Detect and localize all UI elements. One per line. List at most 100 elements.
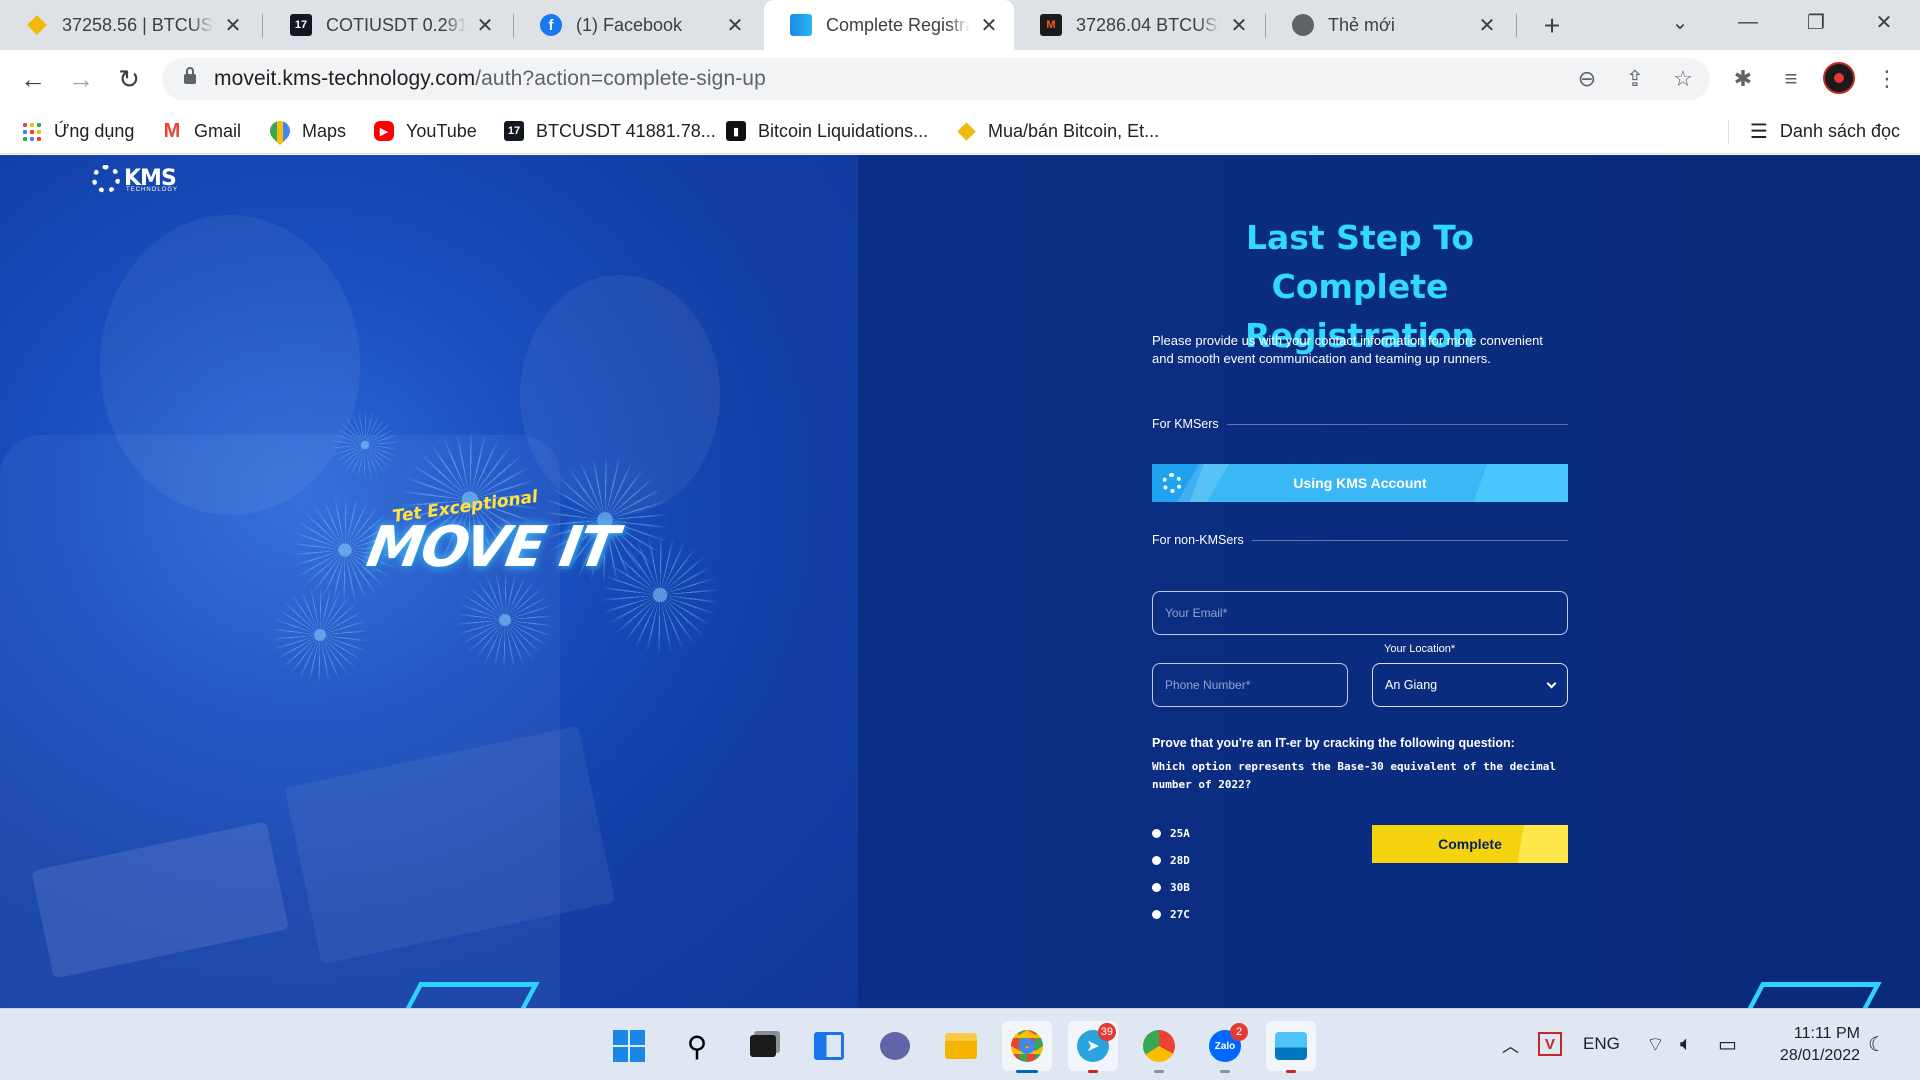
tab-title: Thẻ mới [1328, 14, 1395, 35]
restore-icon[interactable]: ❐ [1786, 0, 1846, 44]
zoom-out-icon[interactable]: ⊖ [1570, 62, 1604, 96]
bookmark-binance[interactable]: Mua/bán Bitcoin, Et... [956, 116, 1159, 146]
radio-icon[interactable] [1152, 882, 1161, 892]
chrome-taskbar-icon[interactable] [1002, 1021, 1052, 1073]
section-label: For KMSers [1152, 417, 1219, 431]
kms-moveit-icon [790, 14, 812, 36]
answer-option[interactable]: 28D [1152, 851, 1190, 869]
close-icon[interactable]: ✕ [1476, 14, 1498, 37]
answer-option[interactable]: 30B [1152, 878, 1190, 896]
tab-bitmex[interactable]: M 37286.04 BTCUSDT ✕ [1014, 0, 1264, 50]
url-path: /auth?action=complete-sign-up [475, 67, 766, 90]
share-icon[interactable]: ⇪ [1618, 62, 1652, 96]
wifi-icon[interactable]: ⌔ [1646, 1029, 1665, 1059]
back-arrow-icon[interactable]: ← [16, 62, 50, 96]
file-explorer-icon[interactable] [936, 1021, 986, 1071]
logo-text: KMS [124, 166, 177, 191]
new-tab-button[interactable]: + [1536, 10, 1568, 42]
binance-icon [26, 14, 48, 36]
volume-icon[interactable]: 🔈︎ [1680, 1029, 1692, 1059]
more-menu-icon[interactable]: ⋮ [1870, 62, 1904, 96]
zalo-icon[interactable]: Zalo 2 [1200, 1021, 1250, 1073]
section-kmsers: For KMSers [1152, 416, 1568, 432]
tab-facebook[interactable]: f (1) Facebook ✕ [514, 0, 760, 50]
bookmark-btcusdt[interactable]: 17 BTCUSDT 41881.78... [504, 116, 716, 146]
complete-button[interactable]: Complete [1372, 825, 1568, 863]
teams-chat-icon[interactable] [870, 1021, 920, 1071]
radio-icon[interactable] [1152, 909, 1161, 919]
chevron-down-icon [1546, 678, 1557, 688]
radio-icon[interactable] [1152, 828, 1161, 838]
kms-account-button[interactable]: Using KMS Account [1152, 464, 1568, 502]
photos-icon[interactable] [1266, 1021, 1316, 1073]
binance-icon [956, 121, 976, 141]
notification-badge: 2 [1230, 1023, 1248, 1041]
apps-icon [22, 121, 42, 141]
url-text[interactable]: moveit.kms-technology.com/auth?action=co… [214, 67, 766, 91]
telegram-icon[interactable]: ➤ 39 [1068, 1021, 1118, 1073]
tab-search-icon[interactable]: ⌄ [1650, 0, 1710, 44]
tab-binance-btcusdt[interactable]: 37258.56 | BTCUSDT ✕ [0, 0, 258, 50]
close-icon[interactable]: ✕ [474, 14, 496, 37]
bookmark-maps[interactable]: Maps [265, 116, 346, 146]
phone-field[interactable]: Phone Number* [1152, 663, 1348, 707]
extensions-icon[interactable]: ✱ [1726, 62, 1760, 96]
tradingview-icon: 17 [290, 14, 312, 36]
tab-separator [262, 14, 263, 38]
kms-logo[interactable]: KMS TECHNOLOGY [92, 165, 177, 193]
search-icon[interactable]: ⚲ [672, 1021, 722, 1071]
focus-assist-icon[interactable]: ☾ [1868, 1029, 1886, 1059]
tab-coti[interactable]: 17 COTIUSDT 0.2912 ▲ ✕ [264, 0, 510, 50]
tab-new[interactable]: Thẻ mới ✕ [1266, 0, 1512, 50]
decorative-parallelogram [400, 982, 540, 1008]
event-logo: Tet Exceptional MOVE IT [360, 485, 621, 595]
url-domain: moveit.kms-technology.com [214, 67, 476, 90]
profile-avatar[interactable] [1823, 62, 1855, 94]
bookmark-star-icon[interactable]: ☆ [1666, 62, 1700, 96]
radio-icon[interactable] [1152, 855, 1161, 865]
lock-icon[interactable] [184, 67, 196, 84]
widgets-icon[interactable] [804, 1021, 854, 1071]
tab-strip: 37258.56 | BTCUSDT ✕ 17 COTIUSDT 0.2912 … [0, 0, 1920, 50]
close-window-icon[interactable]: ✕ [1854, 0, 1914, 44]
phone-placeholder: Phone Number* [1165, 678, 1251, 692]
bookmark-apps[interactable]: Ứng dụng [22, 116, 134, 146]
kms-gear-icon [1162, 473, 1182, 493]
bookmark-youtube[interactable]: ▶ YouTube [374, 116, 477, 146]
close-icon[interactable]: ✕ [978, 14, 1000, 37]
folder-glyph [945, 1033, 977, 1059]
tab-complete-registration[interactable]: Complete Registration ✕ [764, 0, 1014, 50]
battery-icon[interactable]: ▭ [1718, 1029, 1737, 1059]
reload-icon[interactable]: ↻ [112, 62, 146, 96]
tab-title: 37258.56 | BTCUSDT [62, 14, 214, 35]
task-view-icon[interactable] [738, 1021, 788, 1071]
option-label: 30B [1170, 880, 1190, 894]
close-icon[interactable]: ✕ [724, 14, 746, 37]
reading-list[interactable]: ☰ Danh sách đọc [1750, 116, 1900, 146]
start-button[interactable] [604, 1021, 654, 1071]
chrome-profile-icon[interactable] [1134, 1021, 1184, 1073]
kms-account-button-label: Using KMS Account [1293, 475, 1427, 491]
forward-arrow-icon[interactable]: → [64, 62, 98, 96]
close-icon[interactable]: ✕ [1228, 14, 1250, 37]
section-label: For non-KMSers [1152, 533, 1244, 547]
language-indicator[interactable]: ENG [1583, 1029, 1620, 1059]
email-field[interactable]: Your Email* [1152, 591, 1568, 635]
location-select[interactable]: An Giang [1372, 663, 1568, 707]
facebook-icon: f [540, 14, 562, 36]
answer-option[interactable]: 25A [1152, 824, 1190, 842]
system-clock[interactable]: 11:11 PM 28/01/2022 [1760, 1023, 1860, 1067]
answer-option[interactable]: 27C [1152, 905, 1190, 923]
address-bar[interactable]: moveit.kms-technology.com/auth?action=co… [162, 58, 1710, 100]
minimize-icon[interactable]: — [1718, 0, 1778, 44]
bookmark-bitcoin-liquidations[interactable]: ▮ Bitcoin Liquidations... [726, 116, 928, 146]
tab-title: 37286.04 BTCUSDT [1076, 14, 1220, 35]
active-indicator [1286, 1070, 1296, 1073]
close-icon[interactable]: ✕ [222, 14, 244, 37]
tray-overflow-icon[interactable]: ︿ [1502, 1029, 1519, 1059]
media-control-icon[interactable]: ≡ [1774, 62, 1808, 96]
bookmark-gmail[interactable]: M Gmail [162, 116, 241, 146]
decorative-parallelogram [1742, 982, 1882, 1008]
location-label: Your Location* [1384, 643, 1456, 655]
vietkey-icon[interactable]: V [1538, 1029, 1562, 1059]
